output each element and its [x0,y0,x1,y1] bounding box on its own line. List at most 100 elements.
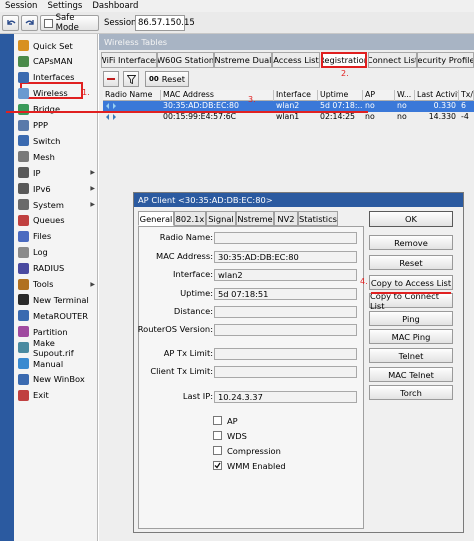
sidebar-item-make-supout-rif[interactable]: Make Supout.rif [18,338,98,358]
sidebar-item-switch[interactable]: Switch [18,133,98,148]
minus-icon [107,78,115,80]
mac-ping-button[interactable]: MAC Ping [369,329,453,344]
radio-name-field[interactable] [214,232,357,244]
compression-checkbox-row[interactable]: Compression [213,445,281,456]
dialog-tab-8021x[interactable]: 802.1x [174,211,206,226]
col-uptime[interactable]: Uptime [318,90,363,101]
filter-button[interactable] [123,71,139,87]
sidebar-item-label: PPP [33,120,49,130]
tab-wifi-interfaces[interactable]: WiFi Interfaces [101,52,157,68]
tab-w60g-station[interactable]: W60G Station [157,52,214,68]
reset-counters-button[interactable]: 00 Reset [145,71,189,87]
sidebar-item-label: RADIUS [33,263,65,274]
copy-to-connect-list-button[interactable]: Copy to Connect List [369,291,453,311]
tab-security-profiles[interactable]: Security Profiles [417,52,474,68]
ap-client-dialog: AP Client <30:35:AD:DB:EC:80> General 80… [133,192,464,533]
last-ip-field[interactable]: 10.24.3.37 [214,391,357,403]
sidebar-item-queues[interactable]: Queues [18,213,98,228]
sidebar-item-ip[interactable]: IP ▶ [18,165,98,180]
menu-session[interactable]: Session [0,1,42,11]
sidebar-item-ppp[interactable]: PPP [18,118,98,133]
sidebar-item-radius[interactable]: RADIUS [18,261,98,276]
dialog-tab-nv2[interactable]: NV2 [274,211,298,226]
partition-icon [18,326,29,338]
sidebar-item-metarouter[interactable]: MetaROUTER [18,308,98,323]
dialog-tab-statistics[interactable]: Statistics [298,211,338,226]
sidebar-item-log[interactable]: Log [18,245,98,260]
sidebar-item-system[interactable]: System ▶ [18,197,98,212]
dialog-tab-nstreme[interactable]: Nstreme [236,211,274,226]
wmm-checkbox-row[interactable]: WMM Enabled [213,460,286,471]
interface-field[interactable]: wlan2 [214,269,357,281]
sidebar-item-new-winbox[interactable]: New WinBox [18,372,98,387]
checkmark-icon [214,462,221,469]
table-row[interactable]: 00:15:99:E4:57:6C wlan1 02:14:25 no no 1… [103,112,474,123]
client-tx-limit-field[interactable] [214,366,357,378]
wds-checkbox[interactable] [213,431,222,440]
col-interface[interactable]: Interface [274,90,318,101]
col-last-activity[interactable]: Last Activit... [415,90,459,101]
safe-mode-checkbox[interactable] [44,18,53,28]
tab-registration[interactable]: Registration [321,52,367,68]
dialog-tab-general[interactable]: General [138,211,174,226]
sidebar-item-bridge[interactable]: Bridge [18,102,98,117]
col-txrx[interactable]: Tx/Rx [459,90,474,101]
dialog-title: AP Client <30:35:AD:DB:EC:80> [134,193,463,207]
toolbar: Safe Mode Session: 86.57.150.15 [0,12,474,34]
menu-dashboard[interactable]: Dashboard [87,1,143,11]
sidebar-item-mesh[interactable]: Mesh [18,149,98,164]
sidebar-item-label: IP [33,167,41,178]
sidebar-item-manual[interactable]: Manual [18,356,98,371]
copy-to-access-list-button[interactable]: Copy to Access List [369,275,453,290]
remove-client-button[interactable]: Remove [369,235,453,250]
reset-client-button[interactable]: Reset [369,255,453,270]
mac-telnet-button[interactable]: MAC Telnet [369,367,453,382]
sidebar-item-files[interactable]: Files [18,229,98,244]
menu-settings[interactable]: Settings [42,1,87,11]
col-mac-address[interactable]: MAC Address [161,90,274,101]
compression-checkbox[interactable] [213,446,222,455]
mac-address-field[interactable]: 30:35:AD:DB:EC:80 [214,251,357,263]
wds-checkbox-row[interactable]: WDS [213,430,247,441]
sidebar-item-capsman[interactable]: CAPsMAN [18,54,98,69]
sidebar-item-quick-set[interactable]: Quick Set [18,38,98,53]
field-row: MAC Address: [139,251,213,263]
col-ap[interactable]: AP [363,90,395,101]
tab-access-list[interactable]: Access List [272,52,320,68]
tab-nstreme-dual[interactable]: Nstreme Dual [214,52,272,68]
system-icon [18,199,29,210]
torch-button[interactable]: Torch [369,385,453,400]
ok-button[interactable]: OK [369,211,453,227]
sidebar-item-exit[interactable]: Exit [18,388,98,403]
ap-checkbox-row[interactable]: AP [213,415,238,426]
telnet-button[interactable]: Telnet [369,348,453,363]
safe-mode-button[interactable]: Safe Mode [40,13,99,33]
ap-checkbox[interactable] [213,416,222,425]
sidebar-item-ipv6[interactable]: IPv6 ▶ [18,181,98,196]
wmm-checkbox[interactable] [213,461,222,470]
sidebar-item-new-terminal[interactable]: New Terminal [18,292,98,307]
annotation-3: 3. [248,95,256,104]
redo-button[interactable] [21,15,38,31]
dialog-tab-signal[interactable]: Signal [206,211,236,226]
sidebar-item-label: CAPsMAN [33,56,73,67]
undo-button[interactable] [2,15,19,31]
undo-icon [6,20,15,25]
remove-button[interactable] [103,71,119,87]
cell-interface: wlan1 [276,112,300,121]
sidebar-item-interfaces[interactable]: Interfaces [18,70,98,85]
submenu-arrow-icon: ▶ [90,169,95,177]
distance-field[interactable] [214,306,357,318]
supout-icon [18,342,29,354]
mesh-icon [18,151,29,163]
sidebar-item-tools[interactable]: Tools ▶ [18,277,98,292]
ping-button[interactable]: Ping [369,311,453,326]
session-field[interactable]: 86.57.150.15 [135,15,195,31]
col-radio-name[interactable]: Radio Name [103,90,161,101]
routeros-version-field[interactable] [214,324,357,336]
col-w[interactable]: W... [395,90,415,101]
radius-icon [18,262,29,274]
tab-connect-list[interactable]: Connect List [368,52,417,68]
uptime-field[interactable]: 5d 07:18:51 [214,288,357,300]
ap-tx-limit-field[interactable] [214,348,357,360]
